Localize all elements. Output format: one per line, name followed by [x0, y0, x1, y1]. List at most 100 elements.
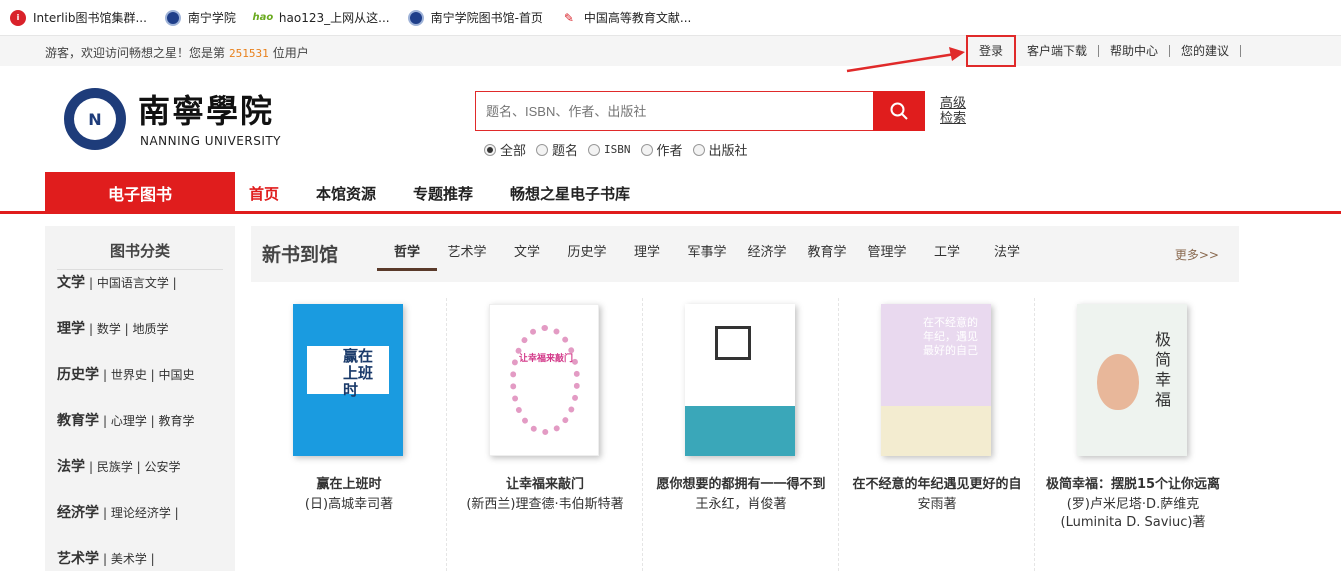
- advanced-search-link[interactable]: 高级检索: [940, 96, 970, 126]
- bookmark-calis[interactable]: ✎ 中国高等教育文献...: [561, 9, 691, 26]
- radio-title[interactable]: 题名: [536, 140, 578, 159]
- tab-art[interactable]: 艺术学: [437, 226, 497, 282]
- radio-dot-icon: [640, 143, 653, 156]
- feedback-link[interactable]: 您的建议: [1170, 45, 1242, 57]
- book-author: (新西兰)理查德·韦伯斯特著: [466, 497, 624, 512]
- university-seal-icon[interactable]: N: [64, 88, 126, 150]
- cover-text: 极简幸福: [1155, 330, 1172, 409]
- login-link[interactable]: 登录: [966, 35, 1017, 67]
- book-title[interactable]: 极简幸福：摆脱15个让你远离: [1035, 473, 1231, 492]
- category-subs[interactable]: | 美术学 |: [103, 548, 155, 570]
- nav-item-library-resources[interactable]: 本馆资源: [316, 183, 376, 204]
- help-center-link[interactable]: 帮助中心: [1099, 45, 1171, 57]
- category-main-link[interactable]: 法学: [57, 456, 85, 478]
- interlib-icon: i: [10, 9, 26, 26]
- search-input[interactable]: [475, 91, 873, 131]
- cover-text: 在不经意的年纪，遇见最好的自己: [923, 316, 978, 357]
- nav-items: 首页 本馆资源 专题推荐 畅想之星电子书库: [249, 172, 667, 214]
- book-title[interactable]: 赢在上班时: [251, 473, 447, 492]
- main-content: 图书分类 文学 | 中国语言文学 | 理学 | 数学 | 地质学 历史学 | 世界史 …: [0, 214, 1341, 571]
- hao123-icon: hao: [252, 12, 274, 23]
- book-item[interactable]: 让幸福来敲门 让幸福来敲门 (新西兰)理查德·韦伯斯特著: [447, 298, 643, 571]
- category-main-link[interactable]: 艺术学: [57, 548, 99, 570]
- book-author: (日)高城幸司著: [304, 497, 394, 512]
- main-nav: 电子图书 首页 本馆资源 专题推荐 畅想之星电子书库: [0, 172, 1341, 214]
- site-header: N 南寧學院 NANNING UNIVERSITY 高级检索 全部 题名 ISB…: [0, 66, 1341, 172]
- category-subs[interactable]: | 中国语言文学 |: [89, 272, 177, 294]
- bookmark-label: 中国高等教育文献...: [583, 11, 692, 25]
- radio-publisher[interactable]: 出版社: [692, 140, 748, 159]
- radio-label: 出版社: [708, 144, 748, 159]
- radio-all[interactable]: 全部: [484, 140, 526, 159]
- logo-english-name: NANNING UNIVERSITY: [140, 134, 282, 148]
- tab-law[interactable]: 法学: [977, 226, 1037, 282]
- book-title[interactable]: 让幸福来敲门: [447, 473, 643, 492]
- book-cover[interactable]: 让幸福来敲门: [489, 304, 599, 456]
- search-scope-radios: 全部 题名 ISBN 作者 出版社: [484, 140, 758, 159]
- radio-dot-icon: [588, 143, 601, 156]
- search-box: [475, 91, 925, 131]
- sidebar-title: 图书分类: [57, 226, 223, 270]
- bookmark-nanning-university[interactable]: 南宁学院: [164, 9, 236, 26]
- welcome-text: 游客，欢迎访问畅想之星！您是第 251531 位用户: [45, 44, 309, 61]
- book-author: 安雨著: [917, 497, 957, 512]
- book-author: 王永红，肖俊著: [695, 497, 787, 512]
- tab-philosophy[interactable]: 哲学: [377, 226, 437, 271]
- tab-education[interactable]: 教育学: [797, 226, 857, 282]
- bookmark-label: Interlib图书馆集群...: [33, 11, 147, 25]
- category-item: 理学 | 数学 | 地质学: [57, 316, 223, 362]
- book-title[interactable]: 在不经意的年纪遇见更好的自: [839, 473, 1035, 492]
- search-button[interactable]: [873, 91, 925, 131]
- bookmark-interlib[interactable]: i Interlib图书馆集群...: [10, 9, 147, 26]
- tab-management[interactable]: 管理学: [857, 226, 917, 282]
- subject-tabs: 哲学 艺术学 文学 历史学 理学 军事学 经济学 教育学 管理学 工学 法学: [377, 226, 1037, 282]
- book-item[interactable]: 极简幸福 极简幸福：摆脱15个让你远离 (罗)卢米尼塔·D.萨维克(Lumini…: [1035, 298, 1231, 571]
- category-subs[interactable]: | 数学 | 地质学: [89, 318, 169, 340]
- book-item[interactable]: 在不经意的年纪，遇见最好的自己 在不经意的年纪遇见更好的自 安雨著: [839, 298, 1035, 571]
- bookmark-library-home[interactable]: 南宁学院图书馆-首页: [407, 9, 543, 26]
- nav-ebook-button[interactable]: 电子图书: [45, 172, 235, 214]
- radio-author[interactable]: 作者: [640, 140, 683, 159]
- radio-label: 全部: [500, 144, 527, 159]
- nav-item-home[interactable]: 首页: [249, 183, 279, 204]
- category-subs[interactable]: | 世界史 | 中国史: [103, 364, 195, 386]
- bookmark-label: hao123_上网从这...: [278, 11, 390, 25]
- book-title[interactable]: 愿你想要的都拥有一一得不到: [643, 473, 839, 492]
- nav-item-topics[interactable]: 专题推荐: [413, 183, 473, 204]
- radio-isbn[interactable]: ISBN: [588, 140, 631, 159]
- book-item[interactable]: 赢在上班时 赢在上班时 (日)高城幸司著: [251, 298, 447, 571]
- tab-engineering[interactable]: 工学: [917, 226, 977, 282]
- radio-dot-selected-icon: [484, 143, 496, 156]
- category-main-link[interactable]: 教育学: [57, 410, 99, 432]
- category-subs[interactable]: | 心理学 | 教育学: [103, 410, 195, 432]
- client-download-link[interactable]: 客户端下载: [1016, 45, 1100, 57]
- category-main-link[interactable]: 文学: [57, 272, 85, 294]
- radio-label: ISBN: [604, 143, 631, 156]
- nav-item-ebook-store[interactable]: 畅想之星电子书库: [510, 183, 630, 204]
- category-main-link[interactable]: 经济学: [57, 502, 99, 524]
- welcome-suffix: 位用户: [272, 46, 309, 60]
- bookmark-label: 南宁学院: [187, 11, 236, 25]
- tab-economics[interactable]: 经济学: [737, 226, 797, 282]
- category-subs[interactable]: | 民族学 | 公安学: [89, 456, 181, 478]
- book-list: 赢在上班时 赢在上班时 (日)高城幸司著 让幸福来敲门 让幸福来敲门 (新西兰)…: [251, 298, 1239, 571]
- radio-dot-icon: [536, 143, 549, 156]
- bookmark-hao123[interactable]: hao hao123_上网从这...: [252, 9, 390, 26]
- book-item[interactable]: 愿你想要的都拥有一一得不到 王永红，肖俊著: [643, 298, 839, 571]
- tab-military[interactable]: 军事学: [677, 226, 737, 282]
- tab-history[interactable]: 历史学: [557, 226, 617, 282]
- cover-text: 让幸福来敲门: [518, 354, 573, 364]
- tab-science[interactable]: 理学: [617, 226, 677, 282]
- tab-literature[interactable]: 文学: [497, 226, 557, 282]
- more-link[interactable]: 更多>>: [1175, 246, 1219, 263]
- category-sidebar: 图书分类 文学 | 中国语言文学 | 理学 | 数学 | 地质学 历史学 | 世界史 …: [45, 226, 235, 571]
- book-cover[interactable]: [685, 304, 795, 456]
- category-item: 法学 | 民族学 | 公安学: [57, 454, 223, 500]
- category-main-link[interactable]: 历史学: [57, 364, 99, 386]
- book-cover[interactable]: 极简幸福: [1077, 304, 1187, 456]
- pdf-icon: ✎: [563, 10, 574, 25]
- book-cover[interactable]: 赢在上班时: [293, 304, 403, 456]
- book-cover[interactable]: 在不经意的年纪，遇见最好的自己: [881, 304, 991, 456]
- category-main-link[interactable]: 理学: [57, 318, 85, 340]
- category-subs[interactable]: | 理论经济学 |: [103, 502, 179, 524]
